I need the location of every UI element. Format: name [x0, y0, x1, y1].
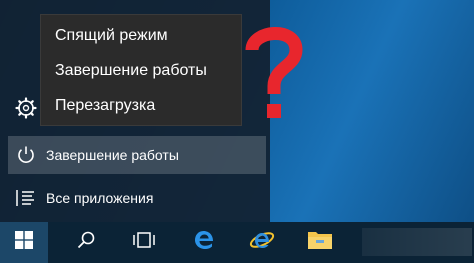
start-button[interactable]	[0, 222, 48, 263]
internet-explorer-icon	[249, 227, 275, 258]
menu-item-restart-label: Перезагрузка	[55, 97, 156, 114]
all-apps-label: Все приложения	[46, 190, 154, 206]
menu-item-restart[interactable]: Перезагрузка	[41, 89, 241, 123]
search-icon	[76, 230, 96, 255]
system-tray	[362, 228, 472, 256]
question-mark-overlay	[244, 18, 304, 128]
file-explorer-icon	[307, 229, 333, 256]
power-icon	[14, 143, 38, 167]
power-options-menu: Спящий режим Завершение работы Перезагру…	[40, 14, 242, 126]
task-view-button[interactable]	[120, 222, 168, 263]
edge-icon	[192, 228, 216, 257]
menu-item-sleep[interactable]: Спящий режим	[41, 19, 241, 53]
all-apps-button[interactable]: Все приложения	[8, 179, 266, 217]
power-button[interactable]: Завершение работы	[8, 136, 266, 174]
power-label: Завершение работы	[46, 147, 179, 163]
menu-item-shutdown-label: Завершение работы	[55, 62, 207, 79]
file-explorer-button[interactable]	[296, 222, 344, 263]
list-icon	[14, 186, 38, 210]
menu-item-shutdown[interactable]: Завершение работы	[41, 54, 241, 88]
search-button[interactable]	[62, 222, 110, 263]
menu-item-sleep-label: Спящий режим	[55, 27, 168, 44]
settings-gear-icon[interactable]	[14, 96, 38, 120]
taskbar	[0, 222, 474, 263]
internet-explorer-button[interactable]	[238, 222, 286, 263]
edge-button[interactable]	[180, 222, 228, 263]
task-view-icon	[132, 231, 156, 254]
windows-logo-icon	[15, 231, 33, 254]
